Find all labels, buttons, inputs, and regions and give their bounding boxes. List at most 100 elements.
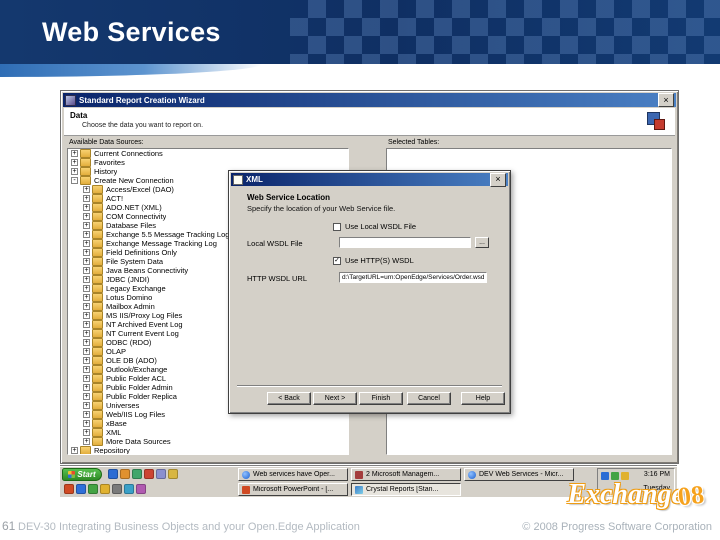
tree-item[interactable]: + More Data Sources [68,437,348,446]
tree-expander-icon[interactable]: + [83,384,90,391]
tree-expander-icon[interactable]: + [83,294,90,301]
tree-expander-icon[interactable]: + [83,393,90,400]
taskbar-window-button[interactable]: DEV Web Services - Micr... [464,468,574,481]
tree-expander-icon[interactable]: - [71,177,78,184]
tree-expander-icon[interactable]: + [83,222,90,229]
quick-launch-icon[interactable] [100,484,110,494]
folder-icon [92,230,103,239]
tree-expander-icon[interactable]: + [83,438,90,445]
tree-expander-icon[interactable]: + [83,303,90,310]
tree-expander-icon[interactable]: + [83,339,90,346]
task-buttons-row-2: Microsoft PowerPoint - [... Crystal Repo… [238,483,461,496]
tree-expander-icon[interactable]: + [83,240,90,247]
taskbar-window-button[interactable]: Web services have Oper... [238,468,348,481]
tree-item[interactable]: + xBase [68,419,348,428]
tree-expander-icon[interactable]: + [83,267,90,274]
tree-expander-icon[interactable]: + [83,231,90,238]
task-buttons-row-1: Web services have Oper... 2 Microsoft Ma… [238,468,574,481]
folder-icon [92,347,103,356]
quick-launch-icon[interactable] [112,484,122,494]
tree-expander-icon[interactable]: + [83,285,90,292]
folder-icon [92,410,103,419]
tree-expander-icon[interactable]: + [71,168,78,175]
tree-expander-icon[interactable]: + [83,429,90,436]
wizard-titlebar[interactable]: Standard Report Creation Wizard [63,93,676,107]
tree-expander-icon[interactable]: + [83,330,90,337]
tree-expander-icon[interactable]: + [83,420,90,427]
tree-item[interactable]: + Current Connections [68,149,348,158]
tree-item[interactable]: + Favorites [68,158,348,167]
folder-icon [92,203,103,212]
tree-expander-icon[interactable]: + [83,321,90,328]
tree-expander-icon[interactable]: + [83,411,90,418]
dialog-button[interactable]: Cancel [407,392,451,405]
folder-icon [92,275,103,284]
tree-item-label: NT Archived Event Log [106,320,183,329]
folder-icon [80,158,91,167]
dialog-button[interactable]: Help [461,392,505,405]
tree-expander-icon[interactable]: + [71,159,78,166]
quick-launch-icon[interactable] [108,469,118,479]
dialog-button[interactable]: Finish [359,392,403,405]
tree-expander-icon[interactable]: + [71,447,78,454]
quick-launch-icon[interactable] [64,484,74,494]
quick-launch-icon[interactable] [76,484,86,494]
tree-expander-icon[interactable]: + [83,213,90,220]
quick-launch-icon[interactable] [132,469,142,479]
report-wizard-icon [647,112,665,130]
tree-item-label: ACT! [106,194,124,203]
tree-expander-icon[interactable]: + [83,249,90,256]
folder-icon [92,338,103,347]
taskbar-window-button[interactable]: 2 Microsoft Managem... [351,468,461,481]
folder-icon [80,167,91,176]
http-wsdl-url-input[interactable] [339,272,487,283]
taskbar-window-label: Microsoft PowerPoint - [... [253,486,334,493]
quick-launch-icon[interactable] [144,469,154,479]
tree-item[interactable]: + Repository [68,446,348,454]
start-button[interactable]: Start [62,468,102,481]
taskbar-window-button[interactable]: Microsoft PowerPoint - [... [238,483,348,496]
use-http-wsdl-checkbox[interactable] [333,257,341,265]
local-wsdl-file-input[interactable] [339,237,471,248]
tree-item[interactable]: + XML [68,428,348,437]
tree-item-label: Mailbox Admin [106,302,155,311]
dialog-button[interactable]: < Back [267,392,311,405]
tree-expander-icon[interactable]: + [83,312,90,319]
wizard-title: Standard Report Creation Wizard [79,95,205,105]
tree-expander-icon[interactable]: + [71,150,78,157]
tree-expander-icon[interactable]: + [83,348,90,355]
web-service-location-subheading: Specify the location of your Web Service… [247,204,396,213]
tree-expander-icon[interactable]: + [83,366,90,373]
taskbar-window-button[interactable]: Crystal Reports [Stan... [351,483,461,496]
tree-expander-icon[interactable]: + [83,276,90,283]
tree-item-label: Universes [106,401,140,410]
folder-icon [92,257,103,266]
quick-launch-icon[interactable] [88,484,98,494]
quick-launch-icon[interactable] [136,484,146,494]
tree-expander-icon[interactable]: + [83,402,90,409]
close-icon[interactable] [490,172,506,187]
xml-dialog-titlebar[interactable]: XML [231,172,508,187]
tree-expander-icon[interactable]: + [83,195,90,202]
quick-launch-icon[interactable] [120,469,130,479]
tree-expander-icon[interactable]: + [83,204,90,211]
quick-launch-icon[interactable] [156,469,166,479]
close-icon[interactable] [658,93,674,107]
use-http-wsdl-label: Use HTTP(S) WSDL [345,256,414,265]
quick-launch-icon[interactable] [124,484,134,494]
folder-icon [92,401,103,410]
quick-launch-icon[interactable] [168,469,178,479]
folder-icon [92,383,103,392]
tree-expander-icon[interactable]: + [83,375,90,382]
xml-dialog-title: XML [246,175,263,184]
browse-button[interactable]: ... [475,237,489,248]
tree-expander-icon[interactable]: + [83,258,90,265]
use-local-wsdl-checkbox[interactable] [333,223,341,231]
tree-item-label: Outlook/Exchange [106,365,168,374]
dialog-button[interactable]: Next > [313,392,357,405]
folder-icon [92,320,103,329]
tree-expander-icon[interactable]: + [83,357,90,364]
exchange-logo-year: 08 [676,479,706,512]
exchange-logo: Exchange 08 [567,479,706,512]
tree-expander-icon[interactable]: + [83,186,90,193]
